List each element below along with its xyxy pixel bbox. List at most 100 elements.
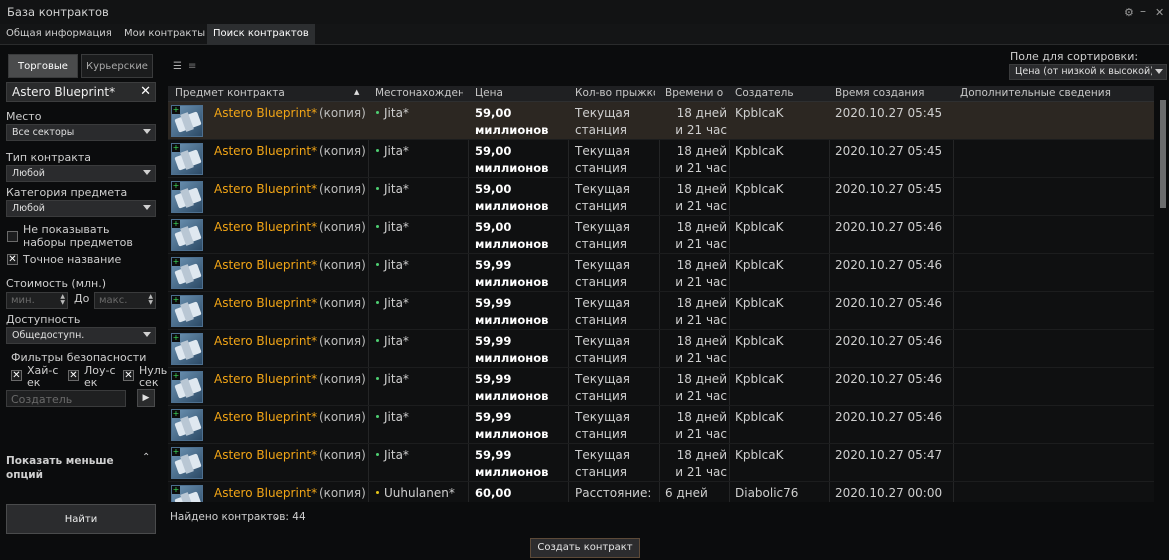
segment-trade[interactable]: Торговые bbox=[8, 54, 78, 78]
table-row[interactable]: + Astero Blueprint* (копия) Jita* 59,00 милли… bbox=[168, 216, 1154, 254]
tab-general-info[interactable]: Общая информация bbox=[0, 24, 118, 45]
location-cell[interactable]: Jita* bbox=[375, 143, 409, 160]
location-cell[interactable]: Jita* bbox=[375, 105, 409, 122]
issuer-cell[interactable]: KpbIcaK bbox=[735, 181, 783, 198]
price-value: 59,99 bbox=[475, 334, 512, 348]
created-cell: 2020.10.27 05:46 bbox=[835, 410, 943, 424]
col-location[interactable]: Местонахождение bbox=[375, 87, 463, 99]
issuer-cell[interactable]: KpbIcaK bbox=[735, 143, 783, 160]
item-name[interactable]: Astero Blueprint* bbox=[214, 372, 317, 386]
settings-icon[interactable]: ⚙ bbox=[1124, 6, 1134, 19]
table-row[interactable]: + Astero Blueprint* (копия) Jita* 59,00 милли… bbox=[168, 178, 1154, 216]
jumps-cell: Текущая станция bbox=[575, 295, 630, 329]
chevron-up-icon[interactable]: ⌃ bbox=[142, 452, 150, 463]
table-row[interactable]: + Astero Blueprint* (копия) Jita* 59,99 милли… bbox=[168, 368, 1154, 406]
col-info[interactable]: Дополнительные сведения bbox=[960, 87, 1150, 99]
close-icon[interactable]: ✕ bbox=[1155, 6, 1164, 19]
col-created[interactable]: Время создания bbox=[835, 87, 950, 99]
issuer-go-button[interactable]: ▶ bbox=[137, 389, 155, 407]
table-row[interactable]: + Astero Blueprint* (копия) Uuhulanen* 60,00… bbox=[168, 482, 1154, 502]
issuer-cell[interactable]: KpbIcaK bbox=[735, 295, 783, 312]
table-row[interactable]: + Astero Blueprint* (копия) Jita* 59,99 милли… bbox=[168, 330, 1154, 368]
item-name[interactable]: Astero Blueprint* bbox=[214, 220, 317, 234]
table-row[interactable]: + Astero Blueprint* (копия) Jita* 59,99 милли… bbox=[168, 292, 1154, 330]
table-row[interactable]: + Astero Blueprint* (копия) Jita* 59,00 милли… bbox=[168, 140, 1154, 178]
show-less-options[interactable]: Показать меньше опций bbox=[6, 454, 114, 482]
location-cell[interactable]: Jita* bbox=[375, 409, 409, 426]
col-jumps[interactable]: Кол-во прыжков bbox=[575, 87, 655, 99]
issuer-cell[interactable]: KpbIcaK bbox=[735, 105, 783, 122]
stepper-icon[interactable]: ▲ ▼ bbox=[148, 294, 153, 306]
nullsec-checkbox[interactable]: ✕ bbox=[123, 370, 134, 381]
col-time-left[interactable]: Времени осталось bbox=[665, 87, 723, 99]
table-row[interactable]: + Astero Blueprint* (копия) Jita* 59,00 милли… bbox=[168, 102, 1154, 140]
issuer-cell[interactable]: KpbIcaK bbox=[735, 371, 783, 388]
col-item[interactable]: Предмет контракта bbox=[175, 87, 355, 99]
hide-bundles-checkbox[interactable] bbox=[7, 231, 18, 242]
min-price-input[interactable]: мин. ▲ ▼ bbox=[6, 292, 68, 309]
item-name[interactable]: Astero Blueprint* bbox=[214, 486, 317, 500]
minimize-icon[interactable]: – bbox=[1140, 4, 1146, 18]
table-row[interactable]: + Astero Blueprint* (копия) Jita* 59,99 милли… bbox=[168, 406, 1154, 444]
table-row[interactable]: + Astero Blueprint* (копия) Jita* 59,99 милли… bbox=[168, 444, 1154, 482]
tab-search-contracts[interactable]: Поиск контрактов bbox=[207, 24, 315, 45]
location-dropdown[interactable]: Все секторы bbox=[6, 124, 156, 141]
location-cell[interactable]: Uuhulanen* bbox=[375, 485, 455, 502]
issuer-cell[interactable]: Diabolic76 bbox=[735, 485, 798, 502]
plus-icon: + bbox=[172, 295, 180, 304]
exact-name-checkbox[interactable]: ✕ bbox=[7, 254, 18, 265]
col-price[interactable]: Цена bbox=[475, 87, 563, 99]
list-view-icon[interactable]: ≡ bbox=[188, 61, 196, 72]
location-cell[interactable]: Jita* bbox=[375, 371, 409, 388]
tab-my-contracts[interactable]: Мои контракты bbox=[118, 24, 211, 45]
lowsec-checkbox[interactable]: ✕ bbox=[68, 370, 79, 381]
availability-dropdown[interactable]: Общедоступн. bbox=[6, 327, 156, 344]
sort-dropdown[interactable]: Цена (от низкой к высокой) bbox=[1009, 64, 1167, 80]
item-name[interactable]: Astero Blueprint* bbox=[214, 182, 317, 196]
location-cell[interactable]: Jita* bbox=[375, 447, 409, 464]
item-name[interactable]: Astero Blueprint* bbox=[214, 334, 317, 348]
location-cell[interactable]: Jita* bbox=[375, 219, 409, 236]
chevron-down-icon[interactable]: ⌄ bbox=[273, 512, 281, 522]
location-cell[interactable]: Jita* bbox=[375, 333, 409, 350]
scrollbar[interactable] bbox=[1160, 100, 1166, 208]
highsec-checkbox[interactable]: ✕ bbox=[11, 370, 22, 381]
issuer-cell[interactable]: KpbIcaK bbox=[735, 447, 783, 464]
item-name[interactable]: Astero Blueprint* bbox=[214, 296, 317, 310]
location-cell[interactable]: Jita* bbox=[375, 181, 409, 198]
item-copy: (копия) bbox=[319, 220, 366, 234]
price-value: 59,99 bbox=[475, 448, 512, 462]
time-left-cell: 18 дней и 21 час bbox=[665, 257, 727, 291]
max-price-input[interactable]: макс. ▲ ▼ bbox=[94, 292, 156, 309]
issuer-cell[interactable]: KpbIcaK bbox=[735, 409, 783, 426]
item-copy: (копия) bbox=[319, 182, 366, 196]
create-contract-button[interactable]: Создать контракт bbox=[530, 538, 640, 558]
issuer-cell[interactable]: KpbIcaK bbox=[735, 257, 783, 274]
item-name[interactable]: Astero Blueprint* bbox=[214, 410, 317, 424]
issuer-cell[interactable]: KpbIcaK bbox=[735, 333, 783, 350]
item-search-input[interactable]: Astero Blueprint* ✕ bbox=[6, 82, 156, 102]
details-view-icon[interactable]: ☰ bbox=[173, 61, 182, 72]
stepper-icon[interactable]: ▲ ▼ bbox=[60, 294, 65, 306]
time-left-cell: 18 дней и 21 час bbox=[665, 447, 727, 481]
clear-icon[interactable]: ✕ bbox=[140, 84, 151, 99]
jumps-line1: Текущая bbox=[575, 296, 630, 310]
table-row[interactable]: + Astero Blueprint* (копия) Jita* 59,99 милли… bbox=[168, 254, 1154, 292]
item-name[interactable]: Astero Blueprint* bbox=[214, 448, 317, 462]
issuer-input[interactable]: Создатель bbox=[6, 390, 126, 407]
item-category-dropdown[interactable]: Любой bbox=[6, 200, 156, 217]
jumps-line1: Текущая bbox=[575, 334, 630, 348]
item-name[interactable]: Astero Blueprint* bbox=[214, 106, 317, 120]
time-line1: 18 дней bbox=[676, 372, 727, 386]
issuer-cell[interactable]: KpbIcaK bbox=[735, 219, 783, 236]
item-name[interactable]: Astero Blueprint* bbox=[214, 144, 317, 158]
segment-courier[interactable]: Курьерские bbox=[81, 54, 153, 78]
contract-type-dropdown[interactable]: Любой bbox=[6, 165, 156, 182]
item-name[interactable]: Astero Blueprint* bbox=[214, 258, 317, 272]
jumps-line1: Текущая bbox=[575, 410, 630, 424]
created-cell: 2020.10.27 05:46 bbox=[835, 296, 943, 310]
col-issuer[interactable]: Создатель bbox=[735, 87, 825, 99]
find-button[interactable]: Найти bbox=[6, 504, 156, 534]
location-cell[interactable]: Jita* bbox=[375, 295, 409, 312]
location-cell[interactable]: Jita* bbox=[375, 257, 409, 274]
